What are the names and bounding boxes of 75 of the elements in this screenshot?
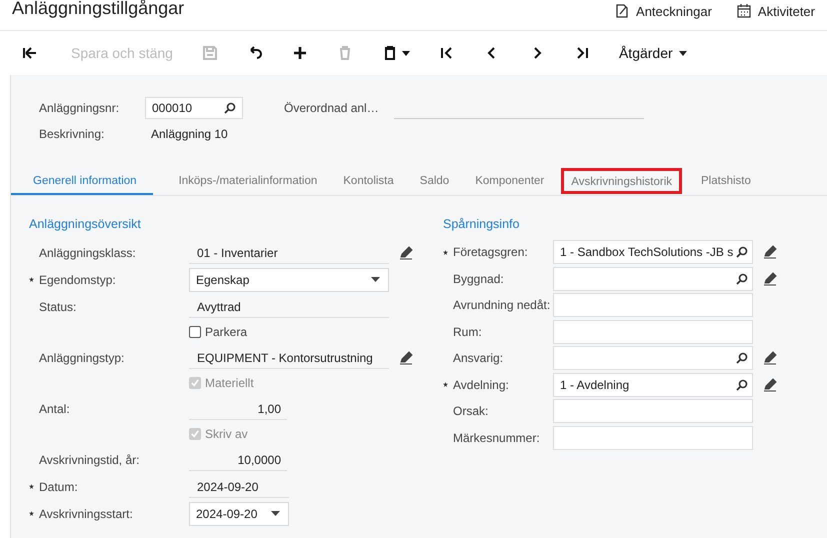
caret-icon: [271, 511, 280, 516]
field-label: Märkesnummer:: [453, 430, 541, 445]
field-label: Rum:: [453, 324, 483, 339]
field-label: Beskrivning:: [39, 127, 106, 141]
field-label: Datum:: [39, 480, 78, 494]
field-value: 10,0000: [189, 448, 287, 471]
checkbox[interactable]: [189, 326, 201, 338]
input-field[interactable]: 1 - Sandbox TechSolutions -JB s: [553, 240, 753, 264]
field-label: Egendomstyp:: [39, 272, 116, 286]
field-label: Byggnad:: [453, 272, 505, 286]
section-title: Spårningsinfo: [443, 217, 520, 233]
input-field[interactable]: [553, 346, 753, 370]
checkbox-label: Skriv av: [205, 427, 248, 441]
field-value: 1,00: [189, 397, 287, 420]
caret-icon: [371, 277, 380, 282]
field-label: Överordnad anl…: [284, 101, 380, 115]
field-label: Ansvarig:: [453, 351, 504, 366]
description-value: Anläggning 10: [150, 127, 228, 141]
field-value: EQUIPMENT - Kontorsutrustning: [189, 346, 389, 369]
caret-icon: [402, 50, 410, 56]
field-label: Orsak:: [453, 404, 490, 418]
field-label: Avdelning:: [453, 378, 510, 392]
calendar-icon: [736, 3, 752, 19]
search-icon[interactable]: [736, 246, 748, 258]
field-label: Anläggningsklass:: [39, 246, 136, 260]
input-field[interactable]: [553, 426, 753, 450]
checkmark-icon: [191, 430, 199, 438]
input-field[interactable]: 1 - Avdelning: [553, 372, 753, 397]
field-label: Företagsgren:: [453, 245, 529, 260]
pencil-icon[interactable]: [763, 378, 777, 392]
tab[interactable]: Kontolista: [343, 167, 394, 195]
pencil-icon[interactable]: [399, 246, 413, 260]
field-value: 01 - Inventarier: [189, 241, 389, 264]
field-label: Avrundning nedåt:: [453, 298, 552, 312]
pencil-icon[interactable]: [763, 351, 777, 366]
plus-icon: [292, 45, 308, 61]
field-value: Avyttrad: [189, 295, 389, 318]
tab[interactable]: Inköps-/materialinformation: [178, 167, 318, 195]
header-link[interactable]: Aktiviteter: [736, 3, 815, 19]
pencil-icon[interactable]: [763, 245, 777, 260]
field-value: 2024-09-20: [189, 475, 289, 498]
tab[interactable]: Komponenter: [475, 167, 544, 195]
checkmark-icon: [191, 379, 199, 387]
input-field[interactable]: [553, 320, 753, 344]
caret-icon: [678, 50, 687, 56]
pencil-icon[interactable]: [763, 272, 777, 286]
field-label: Antal:: [39, 402, 70, 416]
tab[interactable]: Generell information: [11, 167, 153, 195]
checkbox-label: Parkera: [205, 325, 248, 339]
dropdown-field[interactable]: 2024-09-20: [189, 502, 289, 526]
dropdown-field[interactable]: Egenskap: [189, 268, 389, 292]
field-label: Anläggningsnr:: [39, 101, 120, 115]
input-field[interactable]: [553, 266, 753, 291]
search-icon[interactable]: [736, 378, 748, 391]
checkbox-label: Materiellt: [205, 376, 254, 390]
notes-icon: [614, 3, 630, 19]
input-field[interactable]: [553, 293, 753, 318]
save-icon: [202, 45, 218, 61]
field-label: Avskrivningstid, år:: [39, 452, 140, 466]
back-icon: [22, 45, 38, 61]
header-link[interactable]: Anteckningar: [614, 3, 712, 19]
tab[interactable]: Platshisto: [701, 167, 751, 195]
tab[interactable]: Avskrivningshistorik: [561, 168, 682, 194]
actions-menu-button[interactable]: Åtgärder: [618, 41, 687, 65]
tab[interactable]: Saldo: [420, 167, 450, 195]
search-icon[interactable]: [736, 352, 748, 364]
field-label: Avskrivningsstart:: [39, 506, 133, 520]
search-icon: [224, 102, 236, 114]
search-icon[interactable]: [736, 272, 748, 285]
field-label: Anläggningstyp:: [39, 350, 124, 364]
section-title: Anläggningsöversikt: [29, 217, 142, 233]
field-label: Status:: [39, 300, 76, 314]
pencil-icon[interactable]: [399, 350, 413, 364]
input-field[interactable]: [553, 399, 753, 424]
asset-number-field[interactable]: 000010: [145, 97, 243, 119]
